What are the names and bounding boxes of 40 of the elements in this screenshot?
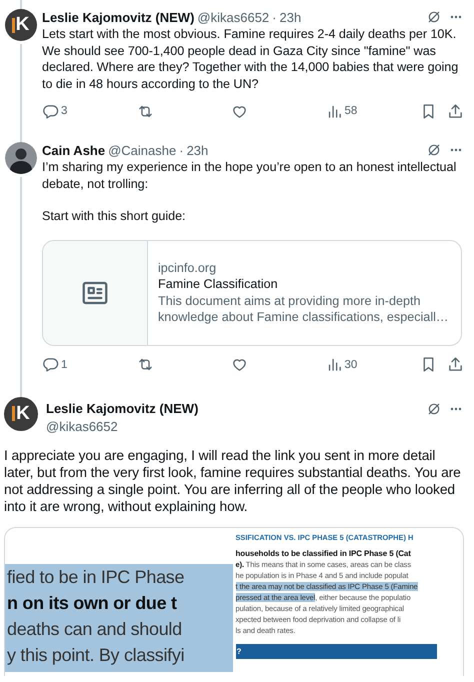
avatar[interactable]: K xyxy=(4,9,36,41)
document-text: n on its own or due t xyxy=(7,592,178,614)
document-text: fied to be in IPC Phase xyxy=(7,566,186,588)
author-name[interactable]: Cain Ashe xyxy=(42,142,106,158)
reply-count: 3 xyxy=(61,105,68,117)
user-handle[interactable]: @kikas6652 xyxy=(46,418,426,434)
section-banner: ? xyxy=(236,644,436,658)
reply-count: 1 xyxy=(61,358,68,370)
post-text: Lets start with the most obvious. Famine requires 2-4 daily deaths per 10K. We should see 700-1,400 people dead in Gaza City since "famine" was declared. Where are they? Together with the 14,000 babies that were going to die in 48 hours according to the UN? xyxy=(42,26,460,92)
share-icon[interactable] xyxy=(447,102,464,120)
slashed-circle-icon[interactable] xyxy=(426,400,442,416)
document-text: deaths can and should xyxy=(7,618,183,640)
slashed-circle-icon[interactable] xyxy=(426,9,442,25)
post-text: I’m sharing my experience in the hope you’re open to an honest intellectual debate, not trolling: xyxy=(42,159,458,192)
link-card[interactable]: ipcinfo.org Famine Classification This document aims at providing more in-depth knowledge about Famine classifications, especiall… xyxy=(42,240,462,346)
avatar[interactable]: K xyxy=(4,396,38,430)
link-domain: ipcinfo.org xyxy=(158,260,218,276)
reply-icon[interactable] xyxy=(42,102,59,120)
separator-dot: · xyxy=(272,10,277,24)
share-icon[interactable] xyxy=(447,356,464,373)
slashed-circle-icon[interactable] xyxy=(426,142,442,158)
author-name[interactable]: Leslie Kajomovitz (NEW) xyxy=(42,10,194,24)
link-description: This document aims at providing more in-depth knowledge about Famine classifications, especiall… xyxy=(158,292,450,326)
post-text: Start with this short guide: xyxy=(42,208,186,224)
views-count: 58 xyxy=(344,105,358,117)
separator-dot: · xyxy=(179,142,184,158)
post-text: I appreciate you are engaging, I will read the link you sent in more detail later, but from the very first look, famine requires substantial deaths. You are not addressing a single point. You are inferring all of the people who looked into it are wrong, without explaining how. xyxy=(4,446,462,514)
author-name[interactable]: Leslie Kajomovitz (NEW) xyxy=(46,400,426,416)
user-handle[interactable]: @Cainashe xyxy=(108,142,176,158)
heart-icon[interactable] xyxy=(231,356,248,373)
document-text: y this point. By classifyi xyxy=(7,644,186,667)
post-time[interactable]: 23h xyxy=(186,142,208,158)
link-title: Famine Classification xyxy=(158,276,279,292)
avatar[interactable] xyxy=(4,142,36,174)
user-handle[interactable]: @kikas6652 xyxy=(197,10,270,24)
post-time[interactable]: 23h xyxy=(280,10,302,24)
views-count: 30 xyxy=(344,358,358,370)
repost-icon[interactable] xyxy=(136,356,154,373)
document-text: households to be classified in IPC Phase 5 (Cat xyxy=(236,548,411,558)
reply-icon[interactable] xyxy=(42,356,59,373)
